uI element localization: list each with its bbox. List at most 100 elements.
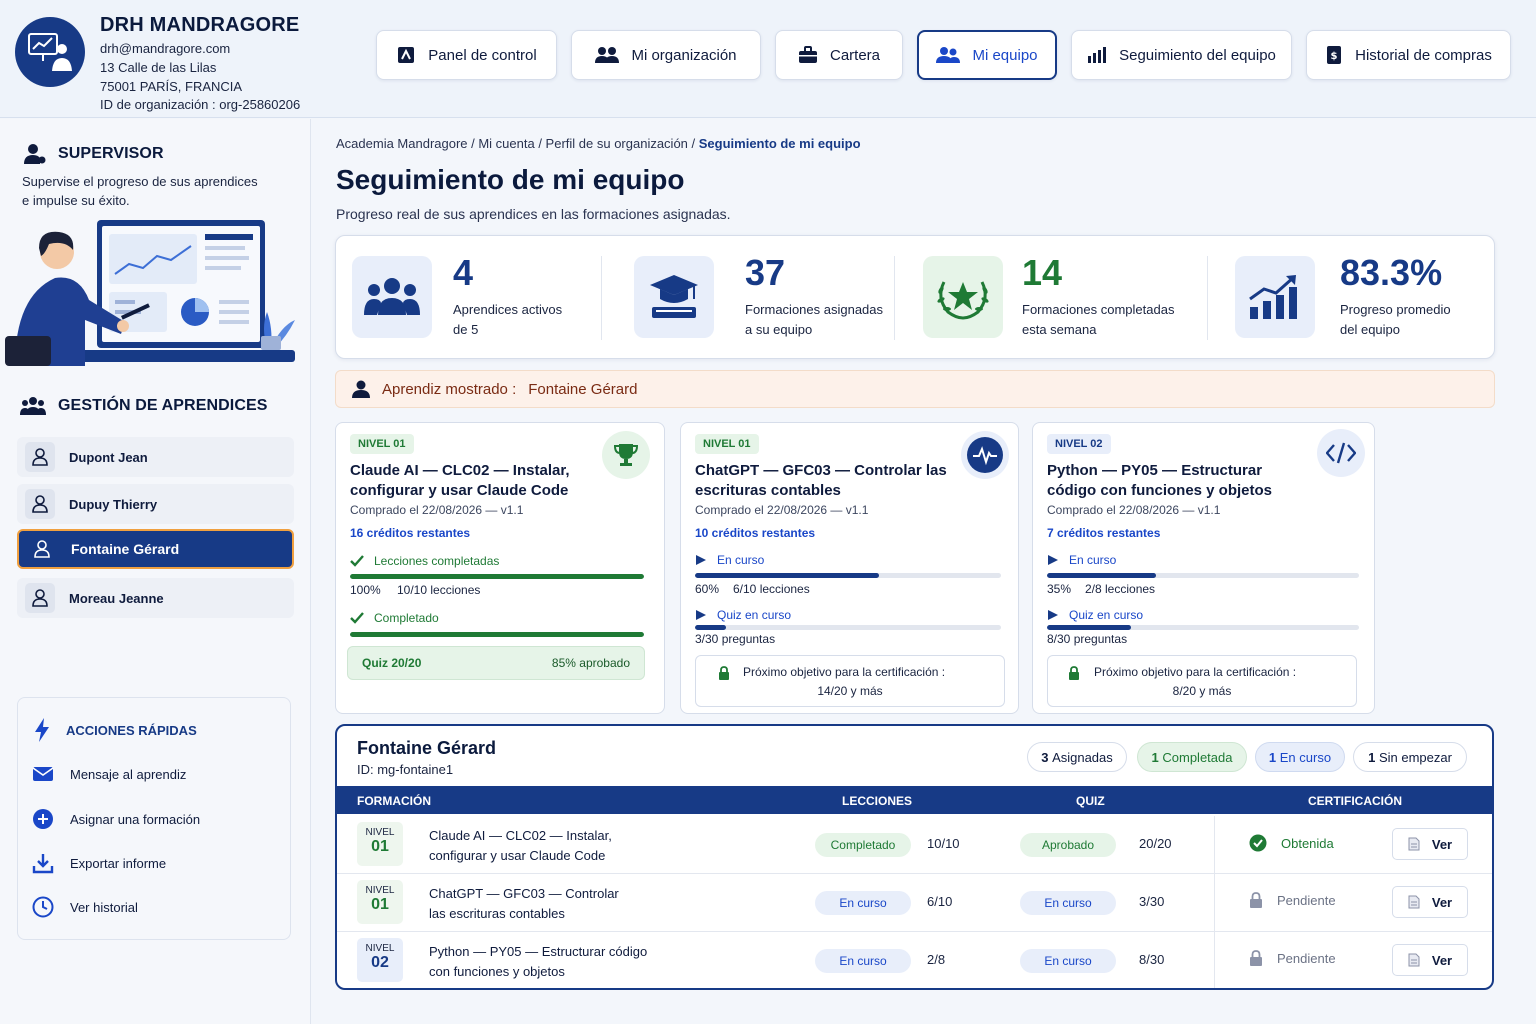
lessons-progress-bar [695,573,1001,578]
pill-not-started[interactable]: 1 Sin empezar [1353,742,1467,772]
divider [1214,932,1215,988]
mail-icon [32,767,54,781]
row-name-line2: configurar y usar Claude Code [429,848,606,863]
row-training-name: ChatGPT — GFC03 — Controlar las escritura… [429,884,689,924]
breadcrumb-path[interactable]: Academia Mandragore / Mi cuenta / Perfil… [336,136,699,151]
row-lessons-status: En curso [815,891,911,915]
row-lessons: 10/10 [927,836,960,851]
pill-assigned[interactable]: 3 Asignadas [1027,742,1127,772]
stat-value: 14 [1022,252,1063,293]
row-name-line2: las escrituras contables [429,906,565,921]
goal-line1: Próximo objetivo para la certificación : [743,665,946,679]
nav-mi-equipo[interactable]: Mi equipo [917,30,1057,80]
stats-panel: 4 Aprendices activos de 5 37 Formaciones … [335,235,1495,359]
view-label: Ver [1431,836,1453,852]
stat-label: Formaciones asignadas a su equipo [745,300,883,340]
lessons-pct: 60% [695,582,720,596]
stat-label-line1: Aprendices activos [453,302,563,317]
nav-label: Seguimiento del equipo [1119,46,1276,64]
lessons-status-label: En curso [717,553,765,567]
quiz-status: Quiz en curso [695,608,791,622]
stat-label-line2: de 5 [453,322,479,337]
lessons-pct: 100% [350,583,381,597]
action-exportar-informe[interactable]: Exportar informe [32,852,166,874]
quiz-questions: 3/30 preguntas [695,632,776,646]
learner-item-dupont-jean[interactable]: Dupont Jean [17,437,294,477]
pill-count: 1 [1151,749,1159,765]
action-ver-historial[interactable]: Ver historial [32,896,138,918]
pill-completed[interactable]: 1 Completada [1137,742,1247,772]
training-card-chatgpt[interactable]: NIVEL 01 ChatGPT — GFC03 — Controlar las… [680,422,1019,714]
action-label: Mensaje al aprendiz [70,766,187,782]
org-logo [15,17,85,87]
header-certificacion: CERTIFICACIÓN [1308,794,1402,808]
org-email: drh@mandragore.com [100,41,231,56]
learner-name: Dupuy Thierry [69,496,158,512]
page-subtitle: Progreso real de sus aprendices en las f… [336,206,731,222]
row-certification: Pendiente [1249,950,1336,967]
team-icon [936,47,961,63]
row-level-label: NIVEL [365,943,395,954]
card-date: Comprado el 22/08/2026 — v1.1 [1047,503,1221,517]
training-card-python[interactable]: NIVEL 02 Python — PY05 — Estructurar cód… [1032,422,1375,714]
nav-label: Cartera [829,46,881,64]
row-quiz-status: Aprobado [1020,833,1116,857]
quiz-status-label: Completado [374,611,439,625]
row-quiz: 20/20 [1139,836,1172,851]
learner-item-dupuy-thierry[interactable]: Dupuy Thierry [17,484,294,524]
pill-in-progress[interactable]: 1 En curso [1255,742,1345,772]
org-id: ID de organización : org-25860206 [100,97,301,112]
quiz-result: 85% aprobado [551,656,630,670]
sidebar: SUPERVISOR Supervise el progreso de sus … [0,119,311,1024]
row-name-line1: Claude AI — CLC02 — Instalar, [429,828,612,843]
shown-learner-name: Fontaine Gérard [528,380,638,398]
nav-panel-de-control[interactable]: Panel de control [376,30,557,80]
learner-item-moreau-jeanne[interactable]: Moreau Jeanne [17,578,294,618]
goal-line1: Próximo objetivo para la certificación : [1094,665,1297,679]
user-icon [27,534,57,564]
training-card-claude[interactable]: NIVEL 01 Claude AI — CLC02 — Instalar, c… [335,422,665,714]
panel-learner-id: ID: mg-fontaine1 [357,762,454,777]
shown-learner-banner: Aprendiz mostrado : Fontaine Gérard [335,370,1495,408]
stat-value: 37 [745,252,786,293]
quiz-status: Completado [350,611,439,625]
quick-actions-heading: ACCIONES RÁPIDAS [34,718,197,742]
nav-cartera[interactable]: Cartera [775,30,903,80]
learner-item-fontaine-gerard[interactable]: Fontaine Gérard [17,529,294,569]
nav-label: Mi equipo [972,46,1038,64]
lessons-status: En curso [695,553,764,567]
laurel-star-icon [937,281,989,320]
code-icon [1317,429,1365,477]
certification-goal-box: Próximo objetivo para la certificación :… [1047,655,1357,707]
lessons-status: Lecciones completadas [350,554,499,568]
view-button[interactable]: Ver [1392,886,1468,918]
lessons-status-label: En curso [1069,553,1117,567]
card-date: Comprado el 22/08/2026 — v1.1 [350,503,524,517]
divider [1214,816,1215,874]
group-icon [20,397,46,415]
nav-mi-organizacion[interactable]: Mi organización [571,30,761,80]
row-certification: Obtenida [1249,834,1334,852]
table-row: NIVEL 02 Python — PY05 — Estructurar códi… [337,932,1492,988]
play-icon [696,610,706,620]
progress-fill [1047,625,1132,630]
clock-icon [32,896,54,918]
view-button[interactable]: Ver [1392,944,1468,976]
top-header: DRH MANDRAGORE drh@mandragore.com 13 Cal… [0,0,1536,118]
lessons-count: 10/10 lecciones [397,583,481,597]
lessons-status: En curso [1047,553,1116,567]
learner-name: Fontaine Gérard [71,541,180,557]
action-asignar-formacion[interactable]: Asignar una formación [32,808,200,830]
stat-label: Aprendices activos de 5 [453,300,562,340]
bar-chart-icon [1088,47,1107,63]
nav-historial-de-compras[interactable]: $ Historial de compras [1306,30,1511,80]
learners-icon [364,278,420,315]
nav-seguimiento-del-equipo[interactable]: Seguimiento del equipo [1071,30,1292,80]
goal-line2: 8/20 y más [1172,684,1232,698]
quiz-progress-bar [695,625,1001,630]
nav-label: Panel de control [428,46,537,64]
view-button[interactable]: Ver [1392,828,1468,860]
action-mensaje-al-aprendiz[interactable]: Mensaje al aprendiz [32,766,186,782]
pill-label: En curso [1279,749,1332,765]
row-level-num: 02 [371,954,389,971]
